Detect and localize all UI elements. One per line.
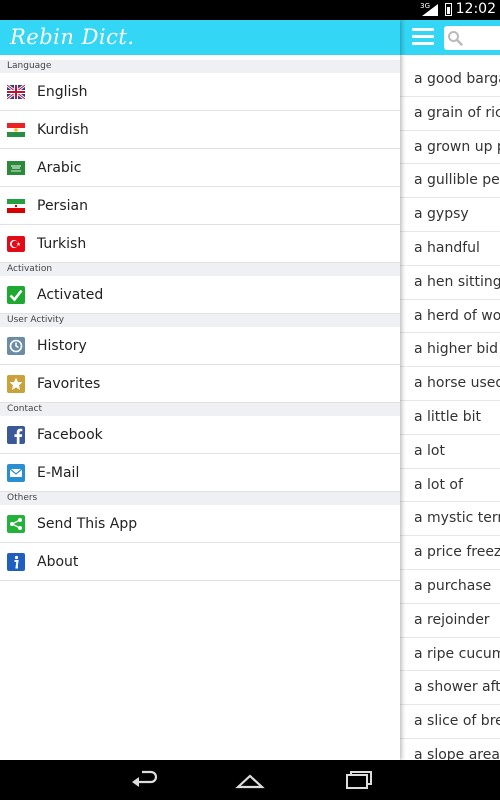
search-input[interactable] bbox=[444, 26, 500, 50]
word-list-header bbox=[400, 20, 500, 55]
facebook-icon bbox=[7, 425, 25, 444]
word-list-panel: a good bargaa grain of ricea grown up pa… bbox=[400, 20, 500, 760]
turkey-flag-icon bbox=[7, 235, 25, 253]
drawer-item-label: Favorites bbox=[37, 375, 101, 392]
back-icon[interactable] bbox=[130, 769, 160, 791]
drawer-item-label: Arabic bbox=[37, 159, 82, 176]
kurdistan-flag-icon bbox=[7, 121, 25, 139]
drawer-item-e-mail[interactable]: E-Mail bbox=[0, 454, 400, 492]
section-header-user-activity: User Activity bbox=[0, 314, 400, 327]
menu-icon[interactable] bbox=[412, 28, 434, 46]
info-icon bbox=[7, 552, 25, 571]
share-icon bbox=[7, 514, 25, 533]
drawer-item-label: Kurdish bbox=[37, 121, 89, 138]
drawer-item-label: Facebook bbox=[37, 426, 103, 443]
word-list-item[interactable]: a little bit bbox=[400, 401, 500, 435]
word-list: a good bargaa grain of ricea grown up pa… bbox=[400, 63, 500, 760]
drawer-item-label: English bbox=[37, 83, 88, 100]
drawer-menu: Language English Kurdish Arabic Persian … bbox=[0, 60, 400, 581]
word-list-item[interactable]: a rejoinder bbox=[400, 604, 500, 638]
word-list-item[interactable]: a mystic term bbox=[400, 502, 500, 537]
word-list-item[interactable]: a gypsy bbox=[400, 198, 500, 232]
word-list-item[interactable]: a ripe cucum bbox=[400, 638, 500, 672]
signal-icon bbox=[422, 4, 438, 16]
mail-icon bbox=[7, 463, 25, 482]
uk-flag-icon bbox=[7, 83, 25, 101]
word-list-item[interactable]: a hen sitting bbox=[400, 266, 500, 300]
drawer-item-send-this-app[interactable]: Send This App bbox=[0, 505, 400, 543]
drawer-item-label: History bbox=[37, 337, 87, 354]
status-bar: 3G 12:02 bbox=[0, 0, 500, 20]
section-header-language: Language bbox=[0, 60, 400, 73]
app-logo: Rebin Dict. bbox=[10, 25, 135, 49]
word-list-item[interactable]: a lot bbox=[400, 435, 500, 469]
section-header-others: Others bbox=[0, 492, 400, 505]
word-list-item[interactable]: a gullible pers bbox=[400, 164, 500, 199]
star-icon bbox=[7, 374, 25, 393]
drawer-item-label: E-Mail bbox=[37, 464, 80, 481]
saudi-flag-icon bbox=[7, 159, 25, 177]
word-list-item[interactable]: a good barga bbox=[400, 63, 500, 97]
drawer-item-english[interactable]: English bbox=[0, 73, 400, 111]
drawer-item-activated[interactable]: Activated bbox=[0, 276, 400, 314]
drawer-header: Rebin Dict. bbox=[0, 20, 400, 55]
word-list-item[interactable]: a slope area bbox=[400, 739, 500, 760]
word-list-item[interactable]: a herd of wolv bbox=[400, 300, 500, 334]
drawer-item-label: Persian bbox=[37, 197, 88, 214]
drawer-item-history[interactable]: History bbox=[0, 327, 400, 365]
checkmark-icon bbox=[7, 285, 25, 304]
word-list-item[interactable]: a purchase bbox=[400, 570, 500, 604]
word-list-item[interactable]: a grown up p bbox=[400, 131, 500, 165]
section-header-contact: Contact bbox=[0, 403, 400, 416]
word-list-item[interactable]: a handful bbox=[400, 232, 500, 266]
iran-flag-icon bbox=[7, 197, 25, 215]
status-clock: 12:02 bbox=[455, 1, 496, 17]
drawer-item-favorites[interactable]: Favorites bbox=[0, 365, 400, 403]
history-clock-icon bbox=[7, 336, 25, 355]
drawer-item-about[interactable]: About bbox=[0, 543, 400, 581]
drawer-item-label: Send This App bbox=[37, 515, 138, 532]
drawer-item-kurdish[interactable]: Kurdish bbox=[0, 111, 400, 149]
drawer-item-label: Activated bbox=[37, 286, 104, 303]
drawer-item-turkish[interactable]: Turkish bbox=[0, 225, 400, 263]
word-list-item[interactable]: a lot of bbox=[400, 469, 500, 503]
navigation-drawer: Rebin Dict. Language English Kurdish Ara… bbox=[0, 20, 400, 760]
word-list-item[interactable]: a slice of brea bbox=[400, 705, 500, 739]
word-list-item[interactable]: a higher bid bbox=[400, 333, 500, 368]
drawer-item-label: Turkish bbox=[37, 235, 87, 252]
drawer-item-label: About bbox=[37, 553, 79, 570]
word-list-item[interactable]: a shower afte bbox=[400, 671, 500, 706]
battery-icon bbox=[445, 3, 452, 16]
word-list-item[interactable]: a grain of rice bbox=[400, 97, 500, 131]
section-header-activation: Activation bbox=[0, 263, 400, 276]
search-icon bbox=[448, 31, 463, 46]
word-list-item[interactable]: a horse used bbox=[400, 367, 500, 401]
drawer-item-arabic[interactable]: Arabic bbox=[0, 149, 400, 187]
recent-apps-icon[interactable] bbox=[343, 769, 373, 791]
home-icon[interactable] bbox=[235, 769, 265, 791]
navigation-bar bbox=[0, 760, 500, 800]
word-list-item[interactable]: a price freeze bbox=[400, 536, 500, 570]
drawer-item-facebook[interactable]: Facebook bbox=[0, 416, 400, 454]
drawer-item-persian[interactable]: Persian bbox=[0, 187, 400, 225]
